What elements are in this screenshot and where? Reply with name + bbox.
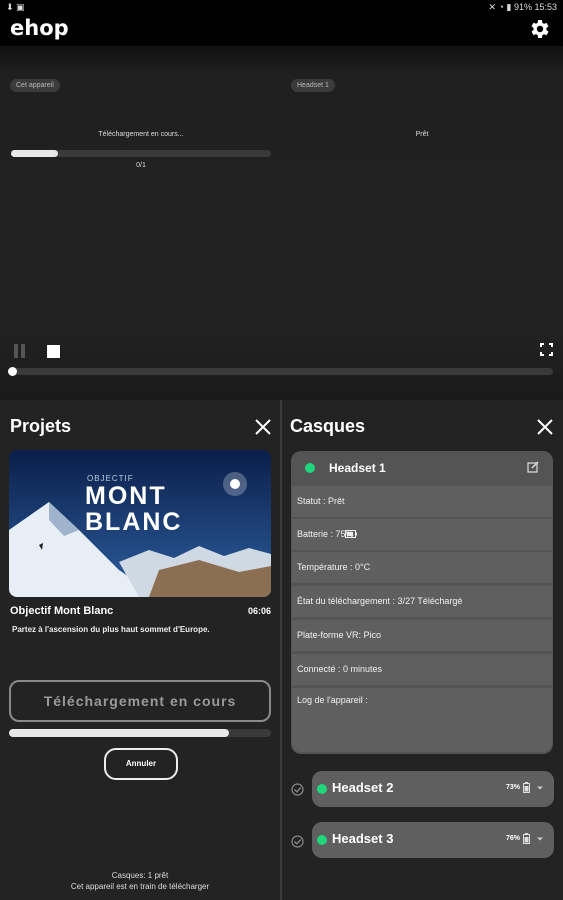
chevron-down-icon[interactable] (536, 784, 544, 792)
footer-headsets-ready: Casques: 1 prêt (111, 871, 169, 880)
online-status-dot (305, 463, 315, 473)
battery-icon (345, 530, 357, 538)
cancel-button[interactable]: Annuler (104, 748, 178, 780)
projects-title: Projets (10, 416, 72, 436)
headsets-title: Casques (290, 416, 366, 436)
battery-icon (523, 782, 530, 793)
status-right: ✕ ◔ ▮ 91% 15:53 (488, 2, 558, 12)
edit-icon[interactable] (527, 461, 539, 473)
fullscreen-icon[interactable] (540, 343, 553, 356)
project-download-progress-fill (9, 729, 230, 737)
online-status-dot (317, 835, 327, 845)
headset-download-state-row: État du téléchargement : 3/27 Téléchargé (292, 586, 552, 617)
thumbnail-line1: MONT (85, 482, 167, 510)
chevron-down-icon[interactable] (536, 835, 544, 843)
project-title: Objectif Mont Blanc (10, 605, 114, 617)
battery-icon (523, 833, 530, 844)
headset-2-name: Headset 2 (332, 780, 394, 795)
close-icon[interactable] (536, 418, 554, 436)
headset-log-row: Log de l'appareil : (292, 688, 552, 752)
headset-status-row: Statut : Prêt (292, 486, 552, 517)
headset-temperature-row: Température : 0°C (292, 552, 552, 583)
app-logo: ehop (10, 16, 69, 40)
headset-connected-row: Connecté : 0 minutes (292, 654, 552, 685)
stop-icon[interactable] (47, 345, 60, 358)
project-download-progress (9, 729, 271, 737)
project-duration: 06:06 (247, 606, 271, 616)
projects-footer: Casques: 1 prêt Cet appareil est en trai… (0, 870, 280, 892)
download-status-text: Téléchargement en cours... (98, 131, 184, 138)
headset-1-card: Headset 1 Statut : Prêt Batterie : 75% T… (291, 451, 553, 754)
headset-2-battery: 73% (505, 784, 520, 791)
thumbnail-line2: BLANC (85, 508, 183, 536)
device-download-progress-fill (11, 150, 58, 157)
check-icon[interactable] (291, 835, 304, 848)
download-counter: 0/1 (136, 162, 146, 169)
seek-bar[interactable] (8, 367, 553, 376)
clock: 15:53 (534, 2, 557, 12)
chip-headset: Headset 1 (291, 79, 335, 92)
projects-panel: Projets OBJECTIF MONT BLANC Objectif Mon… (0, 400, 280, 900)
status-bar: ⬇ ▣ ✕ ◔ ▮ 91% 15:53 (0, 0, 563, 16)
project-thumbnail[interactable]: OBJECTIF MONT BLANC (9, 450, 271, 597)
gear-icon[interactable] (527, 17, 551, 41)
check-icon[interactable] (291, 783, 304, 796)
headset-battery-row: Batterie : 75% (292, 519, 552, 550)
seek-handle[interactable] (8, 367, 17, 376)
headset-3-battery: 76% (505, 835, 520, 842)
app-bar: ehop (0, 16, 563, 46)
close-icon[interactable] (254, 418, 272, 436)
video-player[interactable]: Cet appareil Headset 1 Téléchargement en… (0, 46, 563, 400)
download-button[interactable]: Téléchargement en cours (9, 680, 271, 722)
headset-ready-text: Prêt (415, 131, 429, 138)
footer-device-status: Cet appareil est en train de télécharger (70, 882, 210, 891)
online-status-dot (317, 784, 327, 794)
headset-3-name: Headset 3 (332, 831, 394, 846)
headset-2-row[interactable]: Headset 2 73% (312, 771, 554, 807)
pause-icon[interactable] (14, 344, 26, 358)
device-download-progress (11, 150, 271, 157)
headset-platform-row: Plate-forme VR: Pico (292, 620, 552, 651)
headsets-panel: Casques Headset 1 Statut : Prêt Batterie… (282, 400, 563, 900)
chip-this-device: Cet appareil (10, 79, 60, 92)
headset-3-row[interactable]: Headset 3 76% (312, 822, 554, 858)
notification-icons: ⬇ ▣ (6, 2, 25, 12)
battery-level: 91% (513, 2, 532, 12)
project-description: Partez à l'ascension du plus haut sommet… (12, 625, 210, 634)
headset-1-name: Headset 1 (329, 461, 386, 475)
